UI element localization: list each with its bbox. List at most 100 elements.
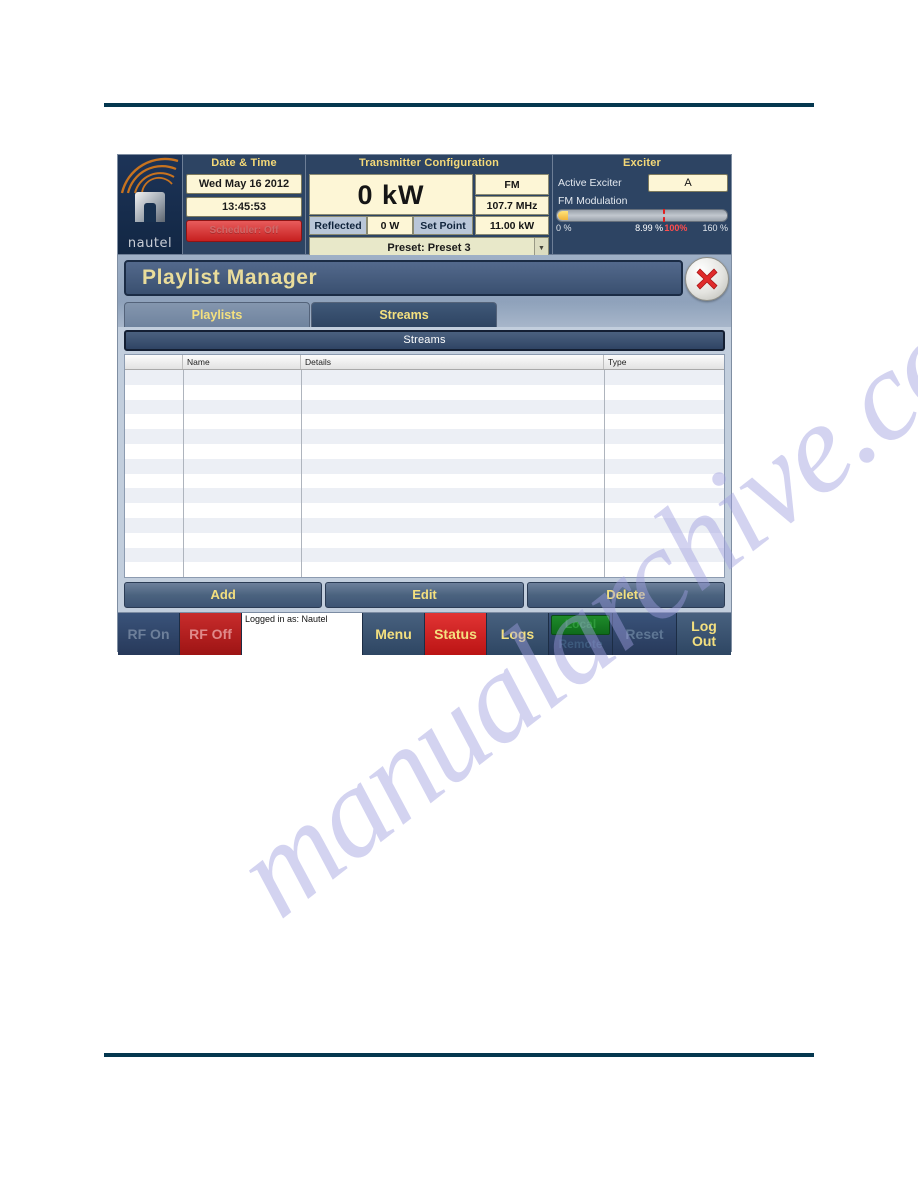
nautel-wordmark: nautel (127, 236, 173, 251)
table-cell (183, 458, 301, 474)
table-cell (183, 517, 301, 533)
table-cell (125, 459, 183, 474)
table-cell (301, 503, 604, 518)
streams-table-body (125, 370, 724, 577)
menu-button[interactable]: Menu (363, 613, 425, 655)
table-cell (125, 488, 183, 503)
table-row[interactable] (125, 429, 724, 444)
table-cell (301, 429, 604, 444)
table-cell (183, 443, 301, 459)
delete-button[interactable]: Delete (526, 582, 725, 608)
local-remote-toggle[interactable]: Local Remote (549, 613, 613, 655)
table-cell (183, 503, 301, 518)
table-cell (125, 562, 183, 577)
table-cell (604, 532, 724, 548)
streams-table[interactable]: Name Details Type (124, 354, 725, 578)
table-row[interactable] (125, 488, 724, 504)
date-field: Wed May 16 2012 (186, 174, 302, 194)
reflected-value: 0 W (367, 216, 413, 235)
transmitter-configuration-title: Transmitter Configuration (306, 155, 552, 172)
table-cell (604, 503, 724, 518)
page-title: Playlist Manager (142, 266, 318, 289)
table-row[interactable] (125, 414, 724, 430)
logs-button[interactable]: Logs (487, 613, 549, 655)
table-row[interactable] (125, 384, 724, 400)
log-out-line-2: Out (691, 633, 717, 649)
close-x-icon (696, 268, 718, 290)
section-header-streams: Streams (124, 330, 725, 351)
table-row[interactable] (125, 517, 724, 533)
table-cell (301, 443, 604, 459)
table-row[interactable] (125, 458, 724, 474)
streams-table-header: Name Details Type (125, 355, 724, 370)
table-cell (604, 384, 724, 400)
local-button[interactable]: Local (551, 615, 610, 635)
table-row[interactable] (125, 562, 724, 577)
table-row[interactable] (125, 399, 724, 415)
close-button[interactable] (685, 257, 729, 301)
transmitter-configuration-panel: Transmitter Configuration 0 kW FM 107.7 … (305, 155, 552, 259)
set-point-value: 11.00 kW (475, 216, 549, 235)
logged-in-status: Logged in as: Nautel (242, 613, 363, 655)
rf-off-button[interactable]: RF Off (180, 613, 242, 655)
table-cell (183, 532, 301, 548)
tab-streams[interactable]: Streams (311, 302, 497, 327)
modulation-mode-value: FM (475, 174, 549, 195)
table-cell (125, 414, 183, 429)
rf-on-button[interactable]: RF On (118, 613, 180, 655)
column-header-type: Type (608, 357, 627, 367)
reset-button[interactable]: Reset (613, 613, 677, 655)
table-cell (301, 384, 604, 400)
table-row[interactable] (125, 443, 724, 459)
table-cell (183, 384, 301, 400)
table-cell (183, 473, 301, 489)
set-point-label: Set Point (413, 216, 473, 235)
table-cell (125, 518, 183, 533)
fm-modulation-scale: 0 % 8.99 % 100% 160 % (556, 223, 728, 235)
scale-max-label: 160 % (702, 223, 728, 233)
table-cell (183, 429, 301, 444)
page-rule-top (104, 103, 814, 107)
tab-playlists[interactable]: Playlists (124, 302, 310, 327)
bottom-toolbar: RF On RF Off Logged in as: Nautel Menu S… (118, 612, 731, 655)
table-row[interactable] (125, 547, 724, 563)
scheduler-button[interactable]: Scheduler: Off (186, 220, 302, 242)
table-cell (301, 517, 604, 533)
table-cell (125, 533, 183, 548)
date-time-panel: Date & Time Wed May 16 2012 13:45:53 Sch… (182, 155, 305, 254)
status-button[interactable]: Status (425, 613, 487, 655)
table-cell (604, 473, 724, 489)
table-row[interactable] (125, 532, 724, 548)
date-time-title: Date & Time (183, 155, 305, 172)
active-exciter-value: A (648, 174, 728, 192)
log-out-line-1: Log (691, 618, 717, 635)
action-button-row: Add Edit Delete (124, 582, 725, 608)
nautel-logo: nautel (118, 155, 182, 254)
nautel-mark-icon (135, 192, 165, 222)
edit-button[interactable]: Edit (325, 582, 524, 608)
table-cell (183, 562, 301, 577)
add-button[interactable]: Add (124, 582, 323, 608)
table-cell (125, 400, 183, 415)
table-cell (604, 488, 724, 504)
table-row[interactable] (125, 473, 724, 489)
table-cell (301, 370, 604, 385)
active-exciter-label: Active Exciter (558, 177, 622, 189)
fm-modulation-meter-fill (558, 211, 568, 220)
page-rule-bottom (104, 1053, 814, 1057)
table-cell (301, 458, 604, 474)
table-cell (604, 370, 724, 385)
table-row[interactable] (125, 370, 724, 385)
table-cell (604, 547, 724, 563)
reflected-label: Reflected (309, 216, 367, 235)
table-cell (183, 547, 301, 563)
scale-current-label: 8.99 % (635, 223, 664, 233)
table-cell (604, 517, 724, 533)
fm-modulation-label: FM Modulation (558, 195, 628, 207)
remote-button[interactable]: Remote (551, 636, 610, 654)
table-cell (183, 414, 301, 430)
log-out-button[interactable]: Log Out (677, 613, 731, 655)
status-strip: nautel Date & Time Wed May 16 2012 13:45… (118, 155, 731, 259)
table-row[interactable] (125, 503, 724, 518)
content-area: Streams Name Details Type Add Edit Delet… (118, 327, 731, 612)
